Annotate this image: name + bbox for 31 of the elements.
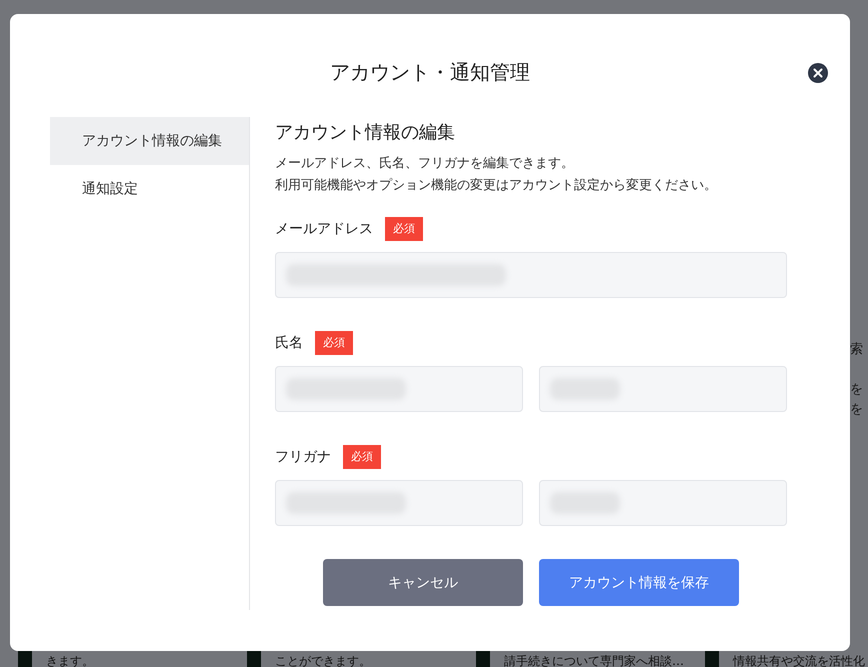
input-field[interactable] bbox=[275, 366, 523, 412]
input-field[interactable] bbox=[539, 366, 787, 412]
thumbnail-placeholder bbox=[247, 650, 261, 667]
section-heading: アカウント情報の編集 bbox=[275, 121, 456, 145]
save-button[interactable]: アカウント情報を保存 bbox=[539, 559, 739, 606]
field-label: フリガナ bbox=[275, 448, 331, 466]
required-badge: 必須 bbox=[385, 217, 423, 241]
close-button[interactable] bbox=[808, 63, 828, 83]
sidebar-item[interactable]: アカウント情報の編集 bbox=[50, 117, 249, 165]
field-label: 氏名 bbox=[275, 334, 303, 352]
thumbnail-placeholder bbox=[18, 650, 32, 667]
card-text: 情報共有や交流を活性化 bbox=[733, 653, 865, 667]
required-badge: 必須 bbox=[315, 331, 353, 355]
card-text: きます。 bbox=[46, 653, 94, 667]
cancel-button[interactable]: キャンセル bbox=[323, 559, 523, 606]
input-field[interactable] bbox=[275, 480, 523, 526]
input-field[interactable] bbox=[275, 252, 787, 298]
background-text: を bbox=[850, 381, 863, 398]
thumbnail-placeholder bbox=[476, 650, 490, 667]
description-text: メールアドレス、氏名、フリガナを編集できます。 bbox=[275, 155, 575, 173]
input-field[interactable] bbox=[539, 480, 787, 526]
sidebar-item[interactable]: 通知設定 bbox=[50, 165, 249, 213]
background-text: を bbox=[850, 401, 863, 418]
dialog-title: アカウント・通知管理 bbox=[330, 59, 530, 85]
card-text: ことができます。 bbox=[275, 653, 371, 667]
background-text: 索 bbox=[850, 341, 863, 358]
field-label: メールアドレス bbox=[275, 220, 373, 238]
card-text: 請手続きについて専門家へ相談… bbox=[504, 653, 684, 667]
thumbnail-placeholder bbox=[705, 650, 719, 667]
required-badge: 必須 bbox=[343, 445, 381, 469]
description-text: 利用可能機能やオプション機能の変更はアカウント設定から変更ください。 bbox=[275, 177, 718, 195]
